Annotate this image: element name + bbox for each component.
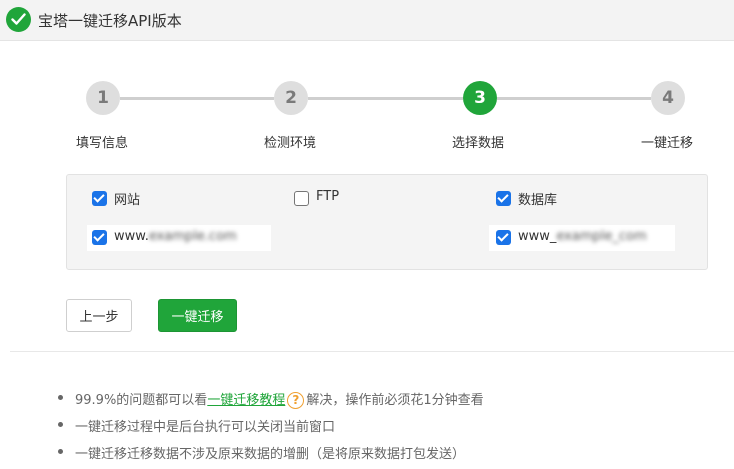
step-connector <box>120 97 274 100</box>
window-header: 宝塔一键迁移API版本 <box>0 0 734 41</box>
step-3-label: 选择数据 <box>452 136 505 151</box>
bullet-dot <box>58 395 63 400</box>
step-1-circle: 1 <box>86 81 120 115</box>
database-label: 数据库 <box>518 193 558 208</box>
divider <box>10 351 734 352</box>
data-selection-panel <box>66 174 708 270</box>
step-4-circle: 4 <box>651 81 685 115</box>
note-1-text: 99.9%的问题都可以看一键迁移教程? 解决，操作前必须花1分钟查看 <box>75 389 484 409</box>
step-1-label: 填写信息 <box>76 136 129 151</box>
website-item-checkbox[interactable] <box>92 230 107 245</box>
step-4-label: 一键迁移 <box>641 136 694 151</box>
check-circle-icon <box>6 7 31 32</box>
step-2-label: 检测环境 <box>264 136 317 151</box>
step-connector <box>497 97 651 100</box>
note-1-prefix: 99.9%的问题都可以看 <box>75 393 208 408</box>
ftp-checkbox[interactable] <box>294 191 309 206</box>
website-item-label: www.example.com <box>114 229 237 244</box>
migration-window: 宝塔一键迁移API版本 1 2 3 4 填写信息 检测环境 选择数据 一键迁移 … <box>0 0 734 469</box>
help-icon[interactable]: ? <box>287 392 305 409</box>
note-3-text: 一键迁移迁移数据不涉及原来数据的增删（是将原来数据打包发送） <box>75 447 466 462</box>
website-checkbox[interactable] <box>92 191 107 206</box>
previous-step-button[interactable]: 上一步 <box>66 299 132 332</box>
note-2-text: 一键迁移过程中是后台执行可以关闭当前窗口 <box>75 420 336 435</box>
step-connector <box>308 97 463 100</box>
one-click-migrate-button[interactable]: 一键迁移 <box>158 299 237 332</box>
website-item-domain: example.com <box>148 229 237 244</box>
database-item-checkbox[interactable] <box>496 230 511 245</box>
database-checkbox[interactable] <box>496 191 511 206</box>
website-label: 网站 <box>114 193 141 208</box>
step-2-circle: 2 <box>274 81 308 115</box>
database-item-name: example_com <box>556 229 647 244</box>
bullet-dot <box>58 422 63 427</box>
bullet-dot <box>58 449 63 454</box>
database-item-prefix: www_ <box>518 229 557 244</box>
window-title: 宝塔一键迁移API版本 <box>38 12 182 30</box>
note-1-suffix: 解决，操作前必须花1分钟查看 <box>306 393 484 408</box>
ftp-label: FTP <box>316 189 340 204</box>
tutorial-link[interactable]: 一键迁移教程 <box>207 393 285 408</box>
website-item-prefix: www. <box>114 229 149 244</box>
step-3-circle: 3 <box>463 81 497 115</box>
database-item-label: www_example_com <box>518 229 647 244</box>
